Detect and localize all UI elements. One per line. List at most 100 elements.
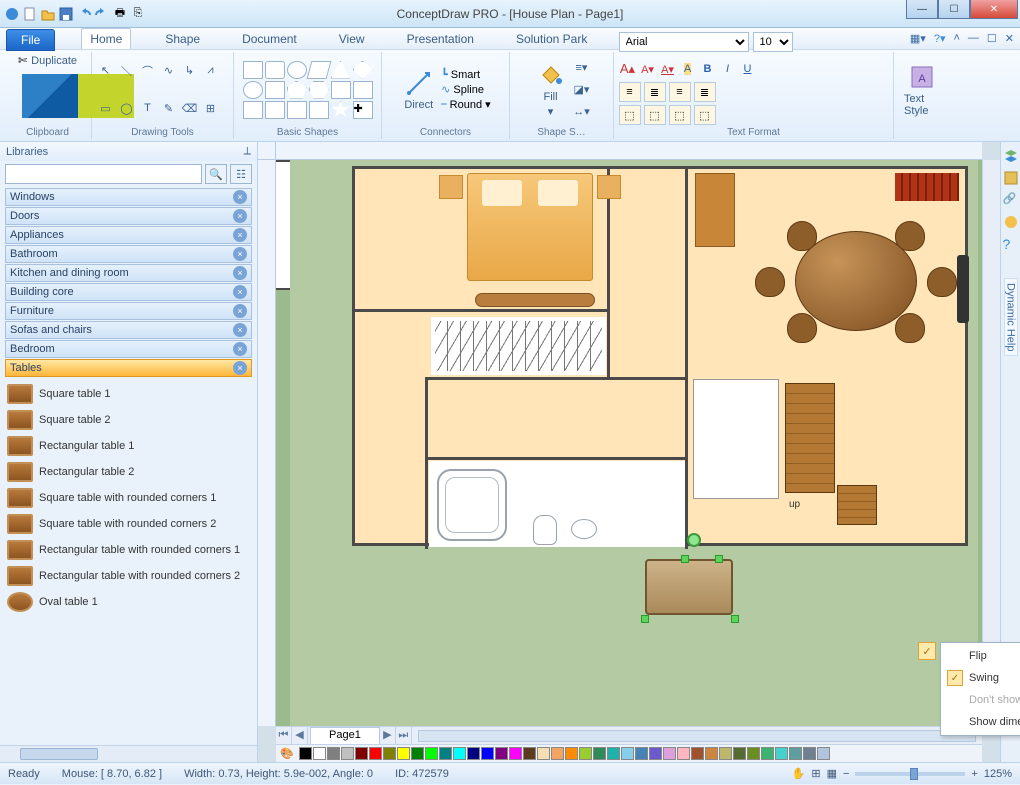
help-icon[interactable]: ?▾: [934, 32, 946, 45]
grid-icon[interactable]: ▦: [827, 767, 837, 780]
palette-picker-icon[interactable]: 🎨: [280, 747, 294, 760]
curve-tool-icon[interactable]: ∿: [160, 62, 178, 80]
color-swatch[interactable]: [775, 747, 788, 760]
category-item[interactable]: Doors×: [5, 207, 252, 225]
color-swatch[interactable]: [705, 747, 718, 760]
mdi-min-icon[interactable]: —: [968, 32, 979, 45]
chair-shape[interactable]: [787, 221, 817, 251]
color-swatch[interactable]: [677, 747, 690, 760]
eraser-tool-icon[interactable]: ⌫: [181, 99, 199, 117]
font-size-select[interactable]: 10: [753, 32, 793, 52]
color-swatch[interactable]: [551, 747, 564, 760]
zoom-in-icon[interactable]: +: [971, 768, 977, 780]
new-icon[interactable]: [22, 6, 38, 22]
search-icon[interactable]: 🔍: [205, 164, 227, 184]
undo-icon[interactable]: [76, 6, 92, 22]
nightstand-shape[interactable]: [597, 175, 621, 199]
page-tab[interactable]: Page1: [310, 727, 380, 744]
font-shrink-icon[interactable]: A▾: [639, 60, 657, 78]
rotate-handle[interactable]: [687, 533, 701, 547]
spline-connector-button[interactable]: ∿Spline: [441, 83, 490, 96]
category-item[interactable]: Windows×: [5, 188, 252, 206]
step-shape[interactable]: [837, 485, 877, 525]
color-swatch[interactable]: [593, 747, 606, 760]
smart-connector-button[interactable]: ┗Smart: [441, 68, 490, 81]
connector-tool-icon[interactable]: ↳: [181, 62, 199, 80]
context-menu-item[interactable]: Show dimensions: [943, 711, 1020, 733]
sink-shape[interactable]: [571, 519, 597, 539]
bed-shape[interactable]: [467, 173, 593, 281]
color-swatch[interactable]: [635, 747, 648, 760]
category-item[interactable]: Furniture×: [5, 302, 252, 320]
polyline-tool-icon[interactable]: ⩘: [202, 62, 220, 80]
category-item[interactable]: Kitchen and dining room×: [5, 264, 252, 282]
minimize-button[interactable]: —: [906, 0, 938, 19]
library-shape-item[interactable]: Rectangular table 1: [5, 433, 252, 459]
context-menu-item[interactable]: ✓Swing: [943, 667, 1020, 689]
resize-handle[interactable]: [731, 615, 739, 623]
color-swatch[interactable]: [341, 747, 354, 760]
chair-shape[interactable]: [787, 313, 817, 343]
line-tool-icon[interactable]: ＼: [118, 62, 136, 80]
color-swatch[interactable]: [719, 747, 732, 760]
file-menu[interactable]: File: [6, 29, 55, 51]
chair-shape[interactable]: [895, 313, 925, 343]
floor-plan[interactable]: up: [352, 166, 968, 546]
stairs-shape[interactable]: [785, 383, 835, 493]
save-icon[interactable]: [58, 6, 74, 22]
close-category-icon[interactable]: ×: [233, 323, 247, 337]
font-grow-icon[interactable]: A▴: [619, 60, 637, 78]
color-swatch[interactable]: [397, 747, 410, 760]
library-shape-item[interactable]: Square table 1: [5, 381, 252, 407]
pencil-tool-icon[interactable]: ✎: [160, 99, 178, 117]
color-swatch[interactable]: [537, 747, 550, 760]
color-swatch[interactable]: [509, 747, 522, 760]
category-item[interactable]: Building core×: [5, 283, 252, 301]
color-swatch[interactable]: [425, 747, 438, 760]
category-item[interactable]: Appliances×: [5, 226, 252, 244]
color-swatch[interactable]: [803, 747, 816, 760]
color-swatch[interactable]: [439, 747, 452, 760]
tab-presentation[interactable]: Presentation: [399, 29, 482, 49]
close-category-icon[interactable]: ×: [233, 247, 247, 261]
library-shape-item[interactable]: Rectangular table 2: [5, 459, 252, 485]
hyperlink-icon[interactable]: 🔗: [1003, 192, 1019, 208]
font-family-select[interactable]: Arial: [619, 32, 749, 52]
color-swatch[interactable]: [467, 747, 480, 760]
print-icon[interactable]: 🖶: [112, 6, 128, 22]
context-menu-item[interactable]: Flip: [943, 645, 1020, 667]
arc-tool-icon[interactable]: ⌒: [139, 62, 157, 80]
sideboard-shape[interactable]: [695, 173, 735, 247]
color-swatch[interactable]: [523, 747, 536, 760]
library-shape-item[interactable]: Square table 2: [5, 407, 252, 433]
color-swatch[interactable]: [607, 747, 620, 760]
color-swatch[interactable]: [369, 747, 382, 760]
properties-icon[interactable]: [1003, 170, 1019, 186]
color-swatch[interactable]: [481, 747, 494, 760]
pin-icon[interactable]: ⟂: [244, 145, 251, 158]
color-swatch[interactable]: [327, 747, 340, 760]
underline-icon[interactable]: U: [739, 60, 757, 78]
open-icon[interactable]: [40, 6, 56, 22]
chair-shape[interactable]: [895, 221, 925, 251]
color-swatch[interactable]: [663, 747, 676, 760]
layers-icon[interactable]: [1003, 148, 1019, 164]
resize-handle[interactable]: [641, 615, 649, 623]
tv-stand-shape[interactable]: [475, 293, 595, 307]
color-swatch[interactable]: [495, 747, 508, 760]
color-swatch[interactable]: [649, 747, 662, 760]
zoom-level[interactable]: 125%: [984, 768, 1012, 780]
rect-tool-icon[interactable]: ▭: [97, 99, 115, 117]
tab-home[interactable]: Home: [81, 28, 131, 49]
pan-icon[interactable]: ✋: [792, 767, 806, 780]
close-category-icon[interactable]: ×: [233, 285, 247, 299]
closet-shape[interactable]: [431, 317, 606, 375]
cut-icon[interactable]: ✄: [18, 54, 27, 67]
snap-icon[interactable]: ⊞: [811, 767, 820, 780]
zoom-out-icon[interactable]: −: [843, 768, 849, 780]
close-button[interactable]: ✕: [970, 0, 1018, 19]
page-last-icon[interactable]: ⏭: [396, 727, 412, 744]
library-shape-item[interactable]: Oval table 1: [5, 589, 252, 615]
close-category-icon[interactable]: ×: [233, 266, 247, 280]
color-swatch[interactable]: [299, 747, 312, 760]
